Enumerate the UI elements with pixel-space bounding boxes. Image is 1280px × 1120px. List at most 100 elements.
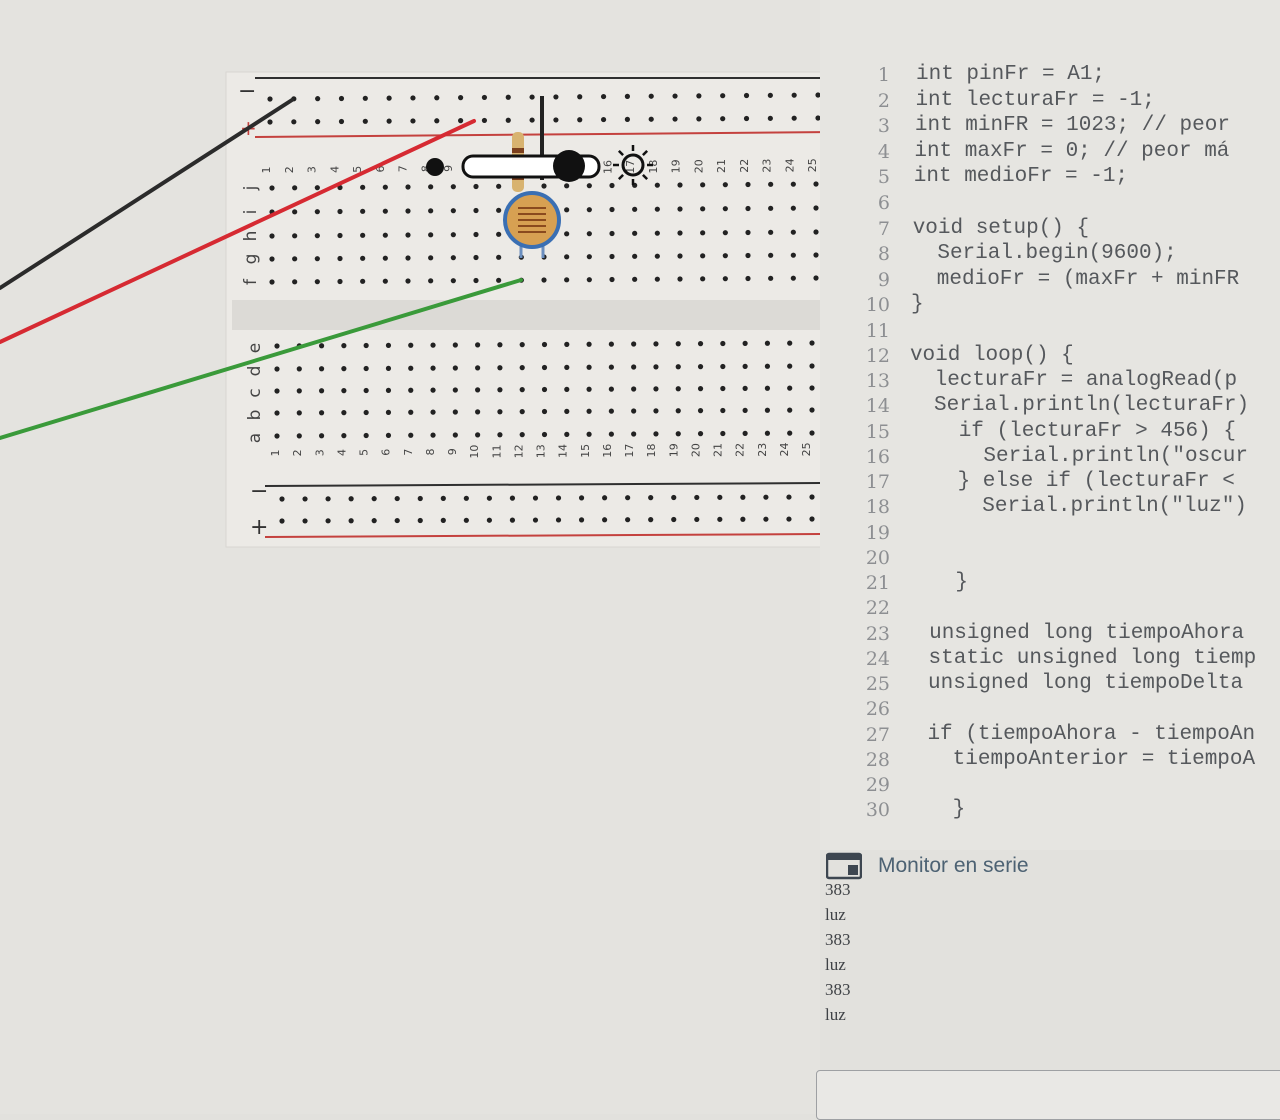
terminal-hole[interactable] [697, 408, 704, 414]
terminal-hole[interactable] [675, 408, 681, 414]
terminal-hole[interactable] [609, 230, 615, 237]
code-line[interactable]: 2 int lecturaFr = -1; [820, 88, 1280, 114]
terminal-hole[interactable] [768, 252, 774, 258]
rail-hole[interactable] [440, 517, 446, 523]
terminal-hole[interactable] [382, 184, 388, 190]
rail-hole[interactable] [371, 496, 377, 502]
terminal-hole[interactable] [274, 410, 280, 416]
terminal-hole[interactable] [337, 255, 343, 262]
terminal-hole[interactable] [697, 341, 704, 347]
terminal-hole[interactable] [809, 385, 815, 391]
rail-hole[interactable] [386, 118, 392, 124]
rail-hole[interactable] [577, 117, 583, 123]
serial-input[interactable] [816, 1070, 1280, 1120]
terminal-hole[interactable] [450, 184, 456, 190]
terminal-hole[interactable] [609, 276, 615, 283]
code-line[interactable]: 1 int pinFr = A1; [820, 62, 1280, 88]
rail-hole[interactable] [791, 115, 797, 121]
terminal-hole[interactable] [519, 432, 525, 438]
terminal-hole[interactable] [363, 387, 369, 394]
terminal-hole[interactable] [450, 255, 456, 261]
rail-hole[interactable] [509, 517, 516, 523]
rail-hole[interactable] [625, 517, 631, 523]
terminal-hole[interactable] [475, 365, 481, 371]
terminal-hole[interactable] [452, 342, 458, 348]
rail-hole[interactable] [325, 518, 331, 524]
terminal-hole[interactable] [586, 277, 592, 283]
terminal-hole[interactable] [269, 233, 275, 239]
terminal-hole[interactable] [337, 232, 343, 239]
terminal-hole[interactable] [675, 341, 681, 347]
rail-hole[interactable] [717, 494, 723, 500]
rail-hole[interactable] [302, 496, 308, 502]
terminal-hole[interactable] [382, 255, 388, 261]
terminal-hole[interactable] [541, 364, 548, 371]
code-line[interactable]: 12 void loop() { [820, 343, 1280, 369]
terminal-hole[interactable] [586, 408, 592, 414]
rail-hole[interactable] [267, 119, 273, 125]
rail-hole[interactable] [763, 516, 769, 522]
code-editor[interactable]: 1 int pinFr = A1; 2 int lecturaFr = -1; 3 int… [820, 0, 1280, 850]
code-line[interactable]: 28 tiempoAnterior = tiempoA [820, 747, 1280, 773]
terminal-hole[interactable] [405, 208, 411, 214]
terminal-hole[interactable] [697, 386, 704, 392]
terminal-hole[interactable] [408, 409, 414, 415]
terminal-hole[interactable] [314, 256, 320, 262]
terminal-hole[interactable] [360, 232, 366, 238]
terminal-hole[interactable] [475, 387, 481, 393]
terminal-hole[interactable] [341, 366, 347, 372]
terminal-hole[interactable] [274, 343, 280, 349]
rail-hole[interactable] [743, 92, 750, 99]
terminal-hole[interactable] [742, 363, 748, 369]
terminal-hole[interactable] [722, 206, 728, 212]
terminal-hole[interactable] [632, 253, 638, 259]
code-line[interactable]: 16 Serial.println("oscur [820, 444, 1280, 470]
terminal-hole[interactable] [677, 206, 683, 212]
serial-monitor-header[interactable]: Monitor en serie [826, 850, 1280, 882]
rail-hole[interactable] [720, 93, 726, 99]
terminal-hole[interactable] [722, 182, 728, 188]
terminal-hole[interactable] [813, 252, 819, 258]
rail-hole[interactable] [505, 94, 511, 100]
terminal-hole[interactable] [722, 276, 728, 282]
code-line[interactable]: 29 [820, 772, 1280, 798]
terminal-hole[interactable] [764, 340, 771, 346]
terminal-hole[interactable] [318, 366, 325, 372]
terminal-hole[interactable] [314, 279, 320, 285]
terminal-hole[interactable] [405, 255, 411, 261]
terminal-hole[interactable] [764, 407, 771, 413]
rail-hole[interactable] [434, 95, 440, 101]
rail-hole[interactable] [394, 517, 400, 524]
terminal-hole[interactable] [586, 254, 592, 260]
rail-hole[interactable] [481, 94, 488, 101]
rail-hole[interactable] [279, 518, 285, 524]
terminal-hole[interactable] [337, 278, 343, 285]
code-line[interactable]: 18 Serial.println("luz") [820, 494, 1280, 520]
terminal-hole[interactable] [428, 232, 434, 238]
terminal-hole[interactable] [496, 183, 502, 189]
rail-hole[interactable] [486, 495, 492, 501]
terminal-hole[interactable] [608, 431, 614, 437]
rail-hole[interactable] [362, 95, 368, 101]
terminal-hole[interactable] [809, 363, 815, 369]
terminal-hole[interactable] [586, 341, 592, 347]
code-line[interactable]: 26 [820, 696, 1280, 722]
code-line[interactable]: 22 [820, 595, 1280, 621]
terminal-hole[interactable] [564, 431, 570, 437]
terminal-hole[interactable] [408, 387, 414, 393]
code-line[interactable]: 19 [820, 520, 1280, 546]
rail-hole[interactable] [624, 93, 630, 99]
terminal-hole[interactable] [742, 430, 748, 436]
terminal-hole[interactable] [720, 385, 726, 392]
terminal-hole[interactable] [473, 254, 479, 261]
terminal-hole[interactable] [631, 364, 637, 370]
terminal-hole[interactable] [722, 230, 728, 236]
terminal-hole[interactable] [790, 252, 796, 258]
code-line[interactable]: 21 } [820, 570, 1280, 596]
slider-handle[interactable] [553, 150, 585, 182]
rail-hole[interactable] [648, 517, 654, 523]
terminal-hole[interactable] [385, 365, 392, 371]
rail-hole[interactable] [696, 93, 702, 99]
rail-hole[interactable] [371, 518, 377, 524]
rail-hole[interactable] [602, 517, 608, 523]
